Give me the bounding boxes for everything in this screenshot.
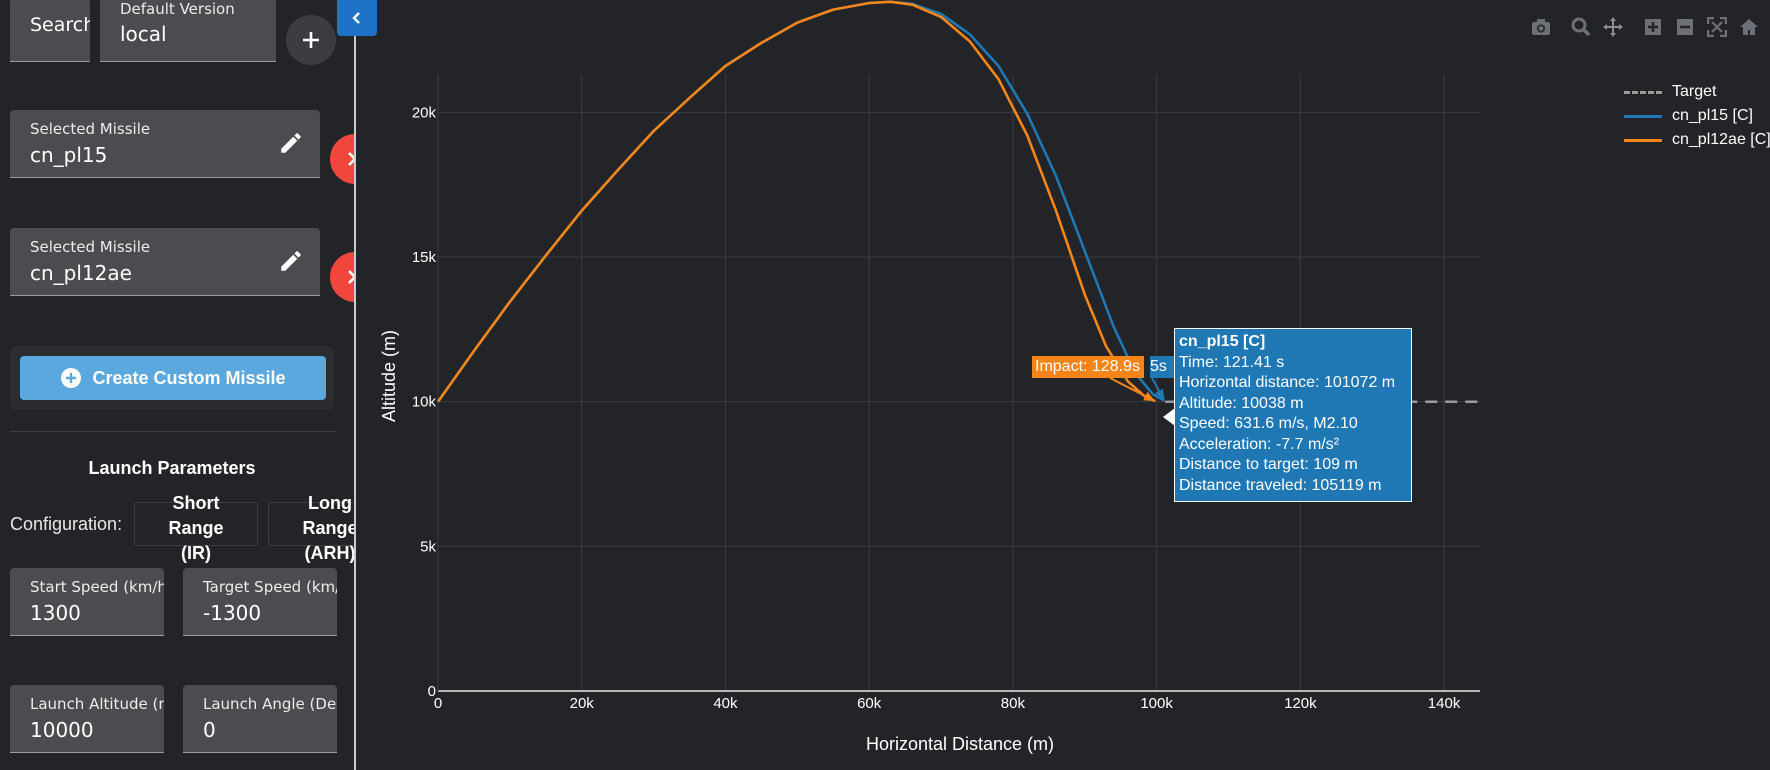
y-tick-label: 20k [412, 104, 437, 121]
tooltip-line: Distance traveled: 105119 m [1179, 476, 1382, 494]
y-axis-title: Altitude (m) [379, 330, 399, 422]
zoom-in-icon[interactable] [1642, 16, 1664, 38]
legend: Target cn_pl15 [C] cn_pl12ae [C] [1624, 80, 1770, 152]
x-axis-title: Horizontal Distance (m) [866, 734, 1054, 754]
modebar [1530, 16, 1760, 38]
x-tick-label: 60k [857, 695, 882, 712]
y-tick-label: 10k [412, 394, 437, 411]
zoom-out-icon[interactable] [1674, 16, 1696, 38]
tooltip-line: Distance to target: 109 m [1179, 456, 1358, 473]
y-tick-label: 5k [420, 538, 436, 555]
x-tick-label: 120k [1284, 695, 1317, 712]
hover-tooltip: cn_pl15 [C] Time: 121.41 s Horizontal di… [1174, 328, 1412, 502]
zoom-icon[interactable] [1570, 16, 1592, 38]
tooltip-line: Altitude: 10038 m [1179, 394, 1304, 412]
legend-label-pl12ae: cn_pl12ae [C] [1672, 131, 1770, 148]
series-line-pl12ae [436, 0, 1156, 403]
legend-swatch-target [1624, 90, 1662, 94]
tooltip-line: Acceleration: -7.7 m/s² [1179, 435, 1340, 453]
legend-item-pl15[interactable]: cn_pl15 [C] [1624, 104, 1770, 128]
tooltip-line: Speed: 631.6 m/s, M2.10 [1179, 415, 1358, 432]
legend-item-target[interactable]: Target [1624, 80, 1770, 104]
x-tick-label: 20k [570, 695, 595, 712]
legend-label-target: Target [1672, 83, 1717, 100]
tooltip-line: Time: 121.41 s [1179, 353, 1285, 371]
series-line-pl15 [436, 0, 1165, 403]
y-tick-label: 0 [428, 683, 436, 700]
impact-annotation: Impact: 128.9s [1032, 356, 1144, 378]
x-tick-label: 80k [1001, 695, 1026, 712]
x-tick-label: 100k [1140, 695, 1173, 712]
legend-label-pl15: cn_pl15 [C] [1672, 107, 1753, 124]
tooltip-line: Horizontal distance: 101072 m [1179, 374, 1396, 391]
y-tick-label: 15k [412, 249, 437, 266]
pan-icon[interactable] [1602, 16, 1624, 38]
legend-swatch-pl12ae [1624, 138, 1662, 142]
home-icon[interactable] [1738, 16, 1760, 38]
impact-annotation-tail: 5s [1150, 356, 1174, 378]
x-tick-label: 140k [1428, 695, 1461, 712]
trajectory-chart[interactable]: 0 20k 40k 60k 80k 100k 120k 140k05k10k15k20k Ho… [0, 0, 1770, 770]
legend-item-pl12ae[interactable]: cn_pl12ae [C] [1624, 128, 1770, 152]
autoscale-icon[interactable] [1706, 16, 1728, 38]
x-tick-label: 40k [713, 695, 738, 712]
tooltip-title: cn_pl15 [C] [1179, 333, 1266, 350]
legend-swatch-pl15 [1624, 114, 1662, 118]
camera-icon[interactable] [1530, 16, 1552, 38]
